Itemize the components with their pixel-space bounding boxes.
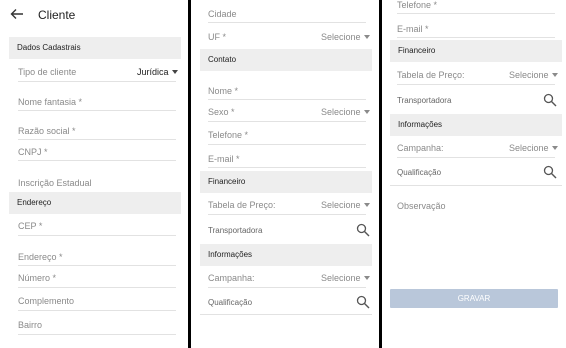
uf-select[interactable]: Selecione bbox=[321, 32, 370, 42]
field-underline bbox=[208, 144, 366, 145]
inscricao-estadual-field[interactable]: Inscrição Estadual bbox=[18, 178, 92, 188]
chevron-down-icon bbox=[551, 146, 558, 150]
field-underline bbox=[18, 81, 176, 82]
nome-field[interactable]: Nome * bbox=[208, 86, 238, 96]
field-underline bbox=[18, 139, 176, 140]
field-underline bbox=[208, 99, 366, 100]
observacao-field[interactable]: Observação bbox=[397, 201, 446, 211]
field-underline bbox=[208, 121, 366, 122]
bairro-field[interactable]: Bairro bbox=[18, 320, 42, 330]
search-icon[interactable] bbox=[543, 93, 557, 107]
tabela-preco-select[interactable]: Selecione bbox=[509, 70, 558, 80]
section-financeiro: Financeiro bbox=[200, 171, 372, 193]
uf-label: UF * bbox=[208, 32, 226, 42]
field-underline bbox=[18, 110, 176, 111]
transportadora-field[interactable]: Transportadora bbox=[397, 96, 451, 105]
chevron-down-icon bbox=[551, 73, 558, 77]
section-endereco: Endereço bbox=[9, 192, 181, 214]
field-underline bbox=[18, 287, 176, 288]
campanha-label: Campanha: bbox=[208, 273, 255, 283]
complemento-field[interactable]: Complemento bbox=[18, 296, 74, 306]
tipo-cliente-select[interactable]: Jurídica bbox=[137, 67, 178, 77]
screen-cliente-financeiro: Telefone * E-mail * Financeiro Tabela de… bbox=[382, 0, 566, 348]
nome-fantasia-field[interactable]: Nome fantasia * bbox=[18, 97, 82, 107]
field-underline bbox=[397, 13, 555, 14]
screen-cliente-contato: Cidade UF * Selecione Contato Nome * Sex… bbox=[191, 0, 379, 348]
campanha-select[interactable]: Selecione bbox=[509, 143, 558, 153]
chevron-down-icon bbox=[363, 110, 370, 114]
campanha-select[interactable]: Selecione bbox=[321, 273, 370, 283]
tabela-preco-select[interactable]: Selecione bbox=[321, 200, 370, 210]
page-title: Cliente bbox=[38, 8, 76, 22]
field-underline bbox=[397, 84, 555, 85]
qualificacao-field[interactable]: Qualificação bbox=[208, 298, 252, 307]
endereco-field[interactable]: Endereço * bbox=[18, 252, 63, 262]
email-field[interactable]: E-mail * bbox=[208, 154, 240, 164]
field-underline bbox=[18, 265, 176, 266]
section-informacoes: Informações bbox=[200, 244, 372, 266]
chevron-down-icon bbox=[363, 276, 370, 280]
field-underline bbox=[18, 334, 176, 335]
telefone-field[interactable]: Telefone * bbox=[397, 0, 437, 10]
cep-field[interactable]: CEP * bbox=[18, 221, 42, 231]
sexo-select[interactable]: Selecione bbox=[321, 107, 370, 117]
email-field[interactable]: E-mail * bbox=[397, 24, 429, 34]
screen-cliente-dados: Cliente Dados Cadastrais Tipo de cliente… bbox=[0, 0, 188, 348]
numero-field[interactable]: Número * bbox=[18, 273, 56, 283]
section-dados-cadastrais: Dados Cadastrais bbox=[9, 37, 181, 59]
tabela-preco-label: Tabela de Preço: bbox=[397, 70, 465, 80]
field-underline bbox=[18, 235, 176, 236]
field-underline bbox=[208, 287, 366, 288]
field-underline bbox=[208, 167, 366, 168]
chevron-down-icon bbox=[363, 35, 370, 39]
cidade-field[interactable]: Cidade bbox=[208, 9, 237, 19]
razao-social-field[interactable]: Razão social * bbox=[18, 126, 76, 136]
field-underline bbox=[208, 22, 366, 23]
section-contato: Contato bbox=[200, 49, 372, 71]
telefone-field[interactable]: Telefone * bbox=[208, 130, 248, 140]
transportadora-field[interactable]: Transportadora bbox=[208, 226, 262, 235]
search-icon[interactable] bbox=[356, 223, 370, 237]
field-underline bbox=[397, 157, 555, 158]
field-underline bbox=[390, 185, 562, 186]
qualificacao-field[interactable]: Qualificação bbox=[397, 168, 441, 177]
chevron-down-icon bbox=[171, 70, 178, 74]
campanha-label: Campanha: bbox=[397, 143, 444, 153]
section-financeiro: Financeiro bbox=[390, 40, 562, 62]
tipo-cliente-label: Tipo de cliente bbox=[18, 67, 77, 77]
field-underline bbox=[18, 310, 176, 311]
tabela-preco-label: Tabela de Preço: bbox=[208, 200, 276, 210]
field-underline bbox=[208, 214, 366, 215]
back-arrow-icon[interactable] bbox=[10, 7, 24, 21]
field-underline bbox=[18, 160, 176, 161]
search-icon[interactable] bbox=[543, 165, 557, 179]
chevron-down-icon bbox=[363, 203, 370, 207]
gravar-button[interactable]: GRAVAR bbox=[390, 289, 558, 308]
sexo-label: Sexo * bbox=[208, 107, 235, 117]
field-underline bbox=[397, 37, 555, 38]
cnpj-field[interactable]: CNPJ * bbox=[18, 147, 48, 157]
search-icon[interactable] bbox=[356, 295, 370, 309]
section-informacoes: Informações bbox=[390, 114, 562, 136]
field-underline bbox=[200, 314, 372, 315]
